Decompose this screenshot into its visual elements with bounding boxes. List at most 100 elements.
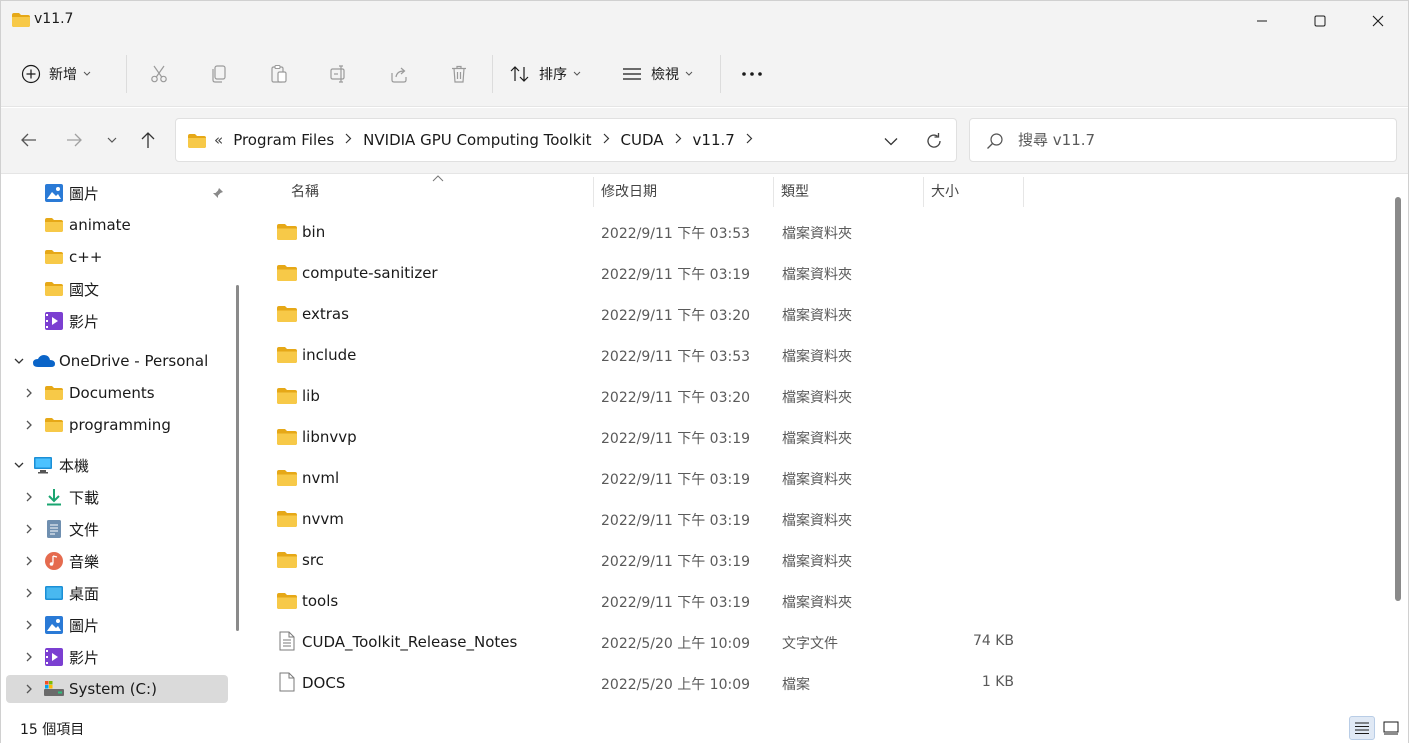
file-list-scrollbar-thumb[interactable]	[1395, 197, 1401, 601]
more-options-button[interactable]	[731, 53, 773, 95]
file-row[interactable]: nvml 2022/9/11 下午 03:19 檔案資料夾	[267, 458, 1387, 499]
file-row[interactable]: extras 2022/9/11 下午 03:20 檔案資料夾	[267, 294, 1387, 335]
chevron-right-icon[interactable]	[603, 133, 610, 148]
column-divider[interactable]	[923, 177, 924, 207]
folder-icon	[45, 282, 63, 296]
search-box[interactable]	[969, 118, 1397, 162]
recent-locations-button[interactable]	[96, 124, 128, 156]
paste-button[interactable]	[258, 53, 300, 95]
copy-button[interactable]	[198, 53, 240, 95]
breadcrumb-item[interactable]: CUDA	[621, 131, 664, 149]
column-header-type[interactable]: 類型	[781, 175, 809, 207]
breadcrumb: « Program Files NVIDIA GPU Computing Too…	[214, 131, 764, 149]
cut-button[interactable]	[138, 53, 180, 95]
command-separator	[126, 55, 127, 93]
file-type: 檔案資料夾	[782, 226, 852, 242]
column-divider[interactable]	[773, 177, 774, 207]
sidebar-item-system-drive[interactable]: System (C:)	[6, 675, 228, 703]
sidebar-item-videos[interactable]: 影片	[6, 307, 228, 335]
sidebar-scrollbar-thumb[interactable]	[236, 285, 239, 631]
share-button[interactable]	[378, 53, 420, 95]
sidebar-item-videos-pc[interactable]: 影片	[6, 643, 228, 671]
view-button[interactable]: 檢視	[621, 53, 721, 95]
breadcrumb-overflow[interactable]: «	[214, 131, 223, 149]
sidebar-item-cpp[interactable]: c++	[6, 243, 228, 271]
chevron-down-icon	[685, 71, 693, 76]
maximize-button[interactable]	[1291, 1, 1349, 41]
close-button[interactable]	[1349, 1, 1407, 41]
sidebar-item-documents[interactable]: 文件	[6, 515, 228, 543]
sidebar-item-programming[interactable]: programming	[6, 411, 228, 439]
file-name: extras	[302, 305, 349, 323]
sidebar-item-chinese[interactable]: 國文	[6, 275, 228, 303]
sort-button-label: 排序	[539, 67, 567, 83]
desktop-icon	[45, 586, 63, 600]
large-icons-view-button[interactable]	[1378, 716, 1404, 740]
file-row[interactable]: CUDA_Toolkit_Release_Notes 2022/5/20 上午 …	[267, 622, 1387, 663]
column-divider[interactable]	[593, 177, 594, 207]
view-button-label: 檢視	[651, 67, 679, 83]
chevron-down-icon[interactable]	[13, 459, 25, 471]
sidebar-item-label: 音樂	[69, 552, 100, 571]
sort-button[interactable]: 排序	[509, 53, 609, 95]
chevron-right-icon[interactable]	[23, 651, 35, 663]
sidebar-item-label: 下載	[69, 488, 100, 507]
chevron-right-icon[interactable]	[23, 683, 35, 695]
new-button[interactable]: 新增	[21, 53, 117, 95]
status-bar: 15 個項目	[1, 713, 1408, 743]
pictures-icon	[45, 616, 63, 634]
search-input[interactable]	[1018, 131, 1378, 149]
share-icon	[391, 67, 407, 83]
forward-button[interactable]	[58, 124, 90, 156]
chevron-right-icon[interactable]	[23, 419, 35, 431]
sidebar-item-onedrive[interactable]: OneDrive - Personal	[6, 347, 228, 375]
refresh-button[interactable]	[921, 129, 947, 153]
sidebar-item-music[interactable]: 音樂	[6, 547, 228, 575]
breadcrumb-item[interactable]: Program Files	[233, 131, 334, 149]
chevron-right-icon[interactable]	[746, 133, 753, 148]
chevron-right-icon[interactable]	[23, 523, 35, 535]
file-row[interactable]: nvvm 2022/9/11 下午 03:19 檔案資料夾	[267, 499, 1387, 540]
sidebar-item-downloads[interactable]: 下載	[6, 483, 228, 511]
sidebar-item-pictures-pc[interactable]: 圖片	[6, 611, 228, 639]
details-view-button[interactable]	[1349, 716, 1375, 740]
column-divider[interactable]	[1023, 177, 1024, 207]
file-row[interactable]: bin 2022/9/11 下午 03:53 檔案資料夾	[267, 212, 1387, 253]
sidebar-item-this-pc[interactable]: 本機	[6, 451, 228, 479]
minimize-button[interactable]	[1233, 1, 1291, 41]
address-dropdown-button[interactable]	[876, 131, 906, 151]
delete-button[interactable]	[438, 53, 480, 95]
file-row[interactable]: libnvvp 2022/9/11 下午 03:19 檔案資料夾	[267, 417, 1387, 458]
sidebar-item-label: 影片	[69, 312, 100, 331]
back-button[interactable]	[13, 124, 45, 156]
file-row[interactable]: include 2022/9/11 下午 03:53 檔案資料夾	[267, 335, 1387, 376]
file-row[interactable]: compute-sanitizer 2022/9/11 下午 03:19 檔案資…	[267, 253, 1387, 294]
chevron-right-icon[interactable]	[23, 619, 35, 631]
file-row[interactable]: lib 2022/9/11 下午 03:20 檔案資料夾	[267, 376, 1387, 417]
minimize-icon	[1257, 20, 1267, 22]
chevron-down-icon[interactable]	[13, 355, 25, 367]
folder-icon	[277, 224, 297, 240]
file-row[interactable]: src 2022/9/11 下午 03:19 檔案資料夾	[267, 540, 1387, 581]
up-button[interactable]	[132, 124, 164, 156]
sidebar-item-documents-onedrive[interactable]: Documents	[6, 379, 228, 407]
column-header-date[interactable]: 修改日期	[601, 175, 657, 207]
address-bar[interactable]: « Program Files NVIDIA GPU Computing Too…	[175, 118, 957, 162]
rename-button[interactable]	[318, 53, 360, 95]
chevron-right-icon[interactable]	[23, 555, 35, 567]
breadcrumb-item[interactable]: v11.7	[693, 131, 735, 149]
file-date: 2022/9/11 下午 03:19	[601, 554, 751, 570]
chevron-right-icon[interactable]	[345, 133, 352, 148]
file-row[interactable]: tools 2022/9/11 下午 03:19 檔案資料夾	[267, 581, 1387, 622]
column-header-name[interactable]: 名稱	[291, 175, 319, 207]
chevron-right-icon[interactable]	[23, 587, 35, 599]
sidebar-item-desktop[interactable]: 桌面	[6, 579, 228, 607]
chevron-right-icon[interactable]	[23, 491, 35, 503]
breadcrumb-item[interactable]: NVIDIA GPU Computing Toolkit	[363, 131, 591, 149]
sidebar-item-pictures[interactable]: 圖片	[6, 179, 228, 207]
chevron-right-icon[interactable]	[23, 387, 35, 399]
column-header-size[interactable]: 大小	[931, 175, 959, 207]
file-row[interactable]: DOCS 2022/5/20 上午 10:09 檔案 1 KB	[267, 663, 1387, 704]
chevron-right-icon[interactable]	[675, 133, 682, 148]
sidebar-item-animate[interactable]: animate	[6, 211, 228, 239]
